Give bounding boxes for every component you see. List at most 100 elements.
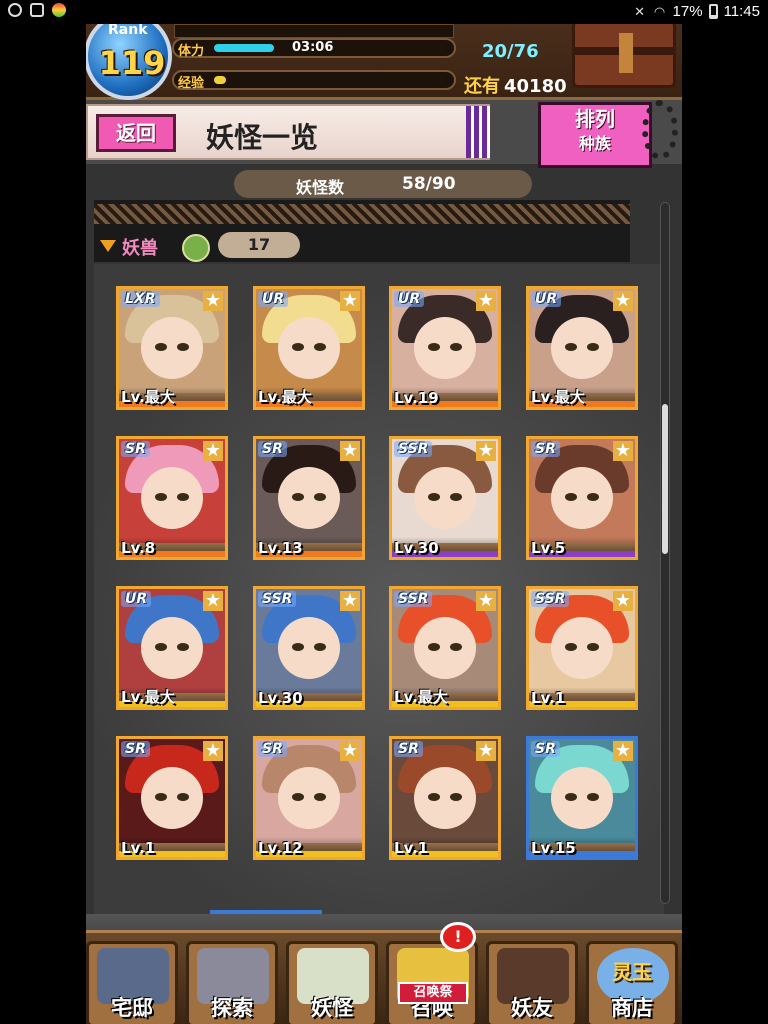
youkai-card[interactable]: UR ★ Lv.最大 xyxy=(526,286,638,410)
portrait-face xyxy=(551,317,613,379)
favorite-star-icon: ★ xyxy=(203,740,223,761)
rarity-badge: UR xyxy=(258,291,289,307)
sort-label: 排列 xyxy=(575,107,615,131)
level-label: Lv.13 xyxy=(258,539,303,557)
youkai-card[interactable]: SR ★ Lv.1 xyxy=(389,736,501,860)
portrait-eye xyxy=(177,343,189,351)
level-label: Lv.12 xyxy=(258,839,303,857)
app-icon xyxy=(52,3,66,17)
favorite-star-icon: ★ xyxy=(203,440,223,461)
portrait-face xyxy=(551,767,613,829)
portrait-face xyxy=(278,467,340,529)
portrait-eye xyxy=(450,343,462,351)
portrait-eye xyxy=(565,493,577,501)
portrait-eye xyxy=(177,793,189,801)
level-label: Lv.最大 xyxy=(258,388,312,406)
youkai-card[interactable]: SR ★ Lv.5 xyxy=(526,436,638,560)
youkai-card[interactable]: LXR ★ Lv.最大 xyxy=(116,286,228,410)
stamina-label: 体力 xyxy=(178,44,205,59)
nav-button[interactable]: 妖友 xyxy=(486,941,578,1024)
portrait-eye xyxy=(428,343,440,351)
favorite-star-icon: ★ xyxy=(203,290,223,311)
nav-button[interactable]: 宅邸 xyxy=(86,941,178,1024)
title-row: 返回 妖怪一览 排列 种族 xyxy=(86,100,682,168)
portrait-face xyxy=(141,467,203,529)
youkai-count-value: 58/90 xyxy=(402,174,456,194)
youkai-card[interactable]: SSR ★ Lv.最大 xyxy=(389,586,501,710)
youkai-card[interactable]: UR ★ Lv.19 xyxy=(389,286,501,410)
summon-festival-tag: 召唤祭 xyxy=(398,982,468,1004)
level-label: Lv.8 xyxy=(121,539,156,557)
portrait-face xyxy=(414,617,476,679)
portrait-eye xyxy=(155,493,167,501)
player-header: 体力 03:06 20/76 经验 还有 40180 Rank 119 xyxy=(86,24,682,100)
nav-button[interactable]: 探索 xyxy=(186,941,278,1024)
favorite-star-icon: ★ xyxy=(476,740,496,761)
nav-label: 商店 xyxy=(611,996,653,1020)
youkai-card[interactable]: UR ★ Lv.最大 xyxy=(253,286,365,410)
nav-label: 妖友 xyxy=(511,996,553,1020)
portrait-eye xyxy=(428,643,440,651)
level-label: Lv.最大 xyxy=(121,688,175,706)
rarity-badge: SR xyxy=(121,741,150,757)
youkai-count-label: 妖怪数 xyxy=(296,178,345,197)
nav-label: 妖怪 xyxy=(311,996,353,1020)
nav-button[interactable]: 妖怪 xyxy=(286,941,378,1024)
portrait-eye xyxy=(565,343,577,351)
youkai-card[interactable]: SSR ★ Lv.30 xyxy=(389,436,501,560)
rarity-badge: SR xyxy=(531,441,560,457)
rarity-badge: UR xyxy=(531,291,562,307)
favorite-star-icon: ★ xyxy=(340,590,360,611)
treasure-chest-icon[interactable] xyxy=(572,24,676,88)
mute-icon: ✕ xyxy=(634,3,645,19)
portrait-eye xyxy=(565,643,577,651)
back-button[interactable]: 返回 xyxy=(96,114,176,152)
portrait-face xyxy=(141,767,203,829)
portrait-eye xyxy=(428,493,440,501)
level-label: Lv.30 xyxy=(394,539,439,557)
nav-label: 探索 xyxy=(211,996,253,1020)
beast-emblem-icon xyxy=(182,234,210,262)
category-count: 17 xyxy=(218,232,300,258)
portrait-eye xyxy=(292,493,304,501)
portrait-eye xyxy=(177,493,189,501)
portrait-face xyxy=(414,767,476,829)
portrait-eye xyxy=(314,643,326,651)
portrait-eye xyxy=(428,793,440,801)
portrait-face xyxy=(141,617,203,679)
letterbox-right xyxy=(682,24,768,1024)
youkai-card[interactable]: SSR ★ Lv.1 xyxy=(526,586,638,710)
youkai-card[interactable]: UR ★ Lv.最大 xyxy=(116,586,228,710)
exp-label: 经验 xyxy=(178,76,205,91)
collapse-triangle-icon[interactable] xyxy=(100,240,116,252)
youkai-card[interactable]: SR ★ Lv.15 xyxy=(526,736,638,860)
nav-label: 宅邸 xyxy=(111,996,153,1020)
portrait-eye xyxy=(450,793,462,801)
game-view: 体力 03:06 20/76 经验 还有 40180 Rank 119 返回 妖怪… xyxy=(86,24,682,1024)
youkai-card[interactable]: SR ★ Lv.1 xyxy=(116,736,228,860)
rarity-badge: UR xyxy=(121,591,152,607)
portrait-eye xyxy=(155,643,167,651)
exp-remaining-label: 还有 xyxy=(464,76,500,97)
favorite-star-icon: ★ xyxy=(613,290,633,311)
rarity-badge: SR xyxy=(394,741,423,757)
level-label: Lv.最大 xyxy=(121,388,175,406)
youkai-card[interactable]: SR ★ Lv.12 xyxy=(253,736,365,860)
stamina-fill xyxy=(214,44,274,52)
clock: 11:45 xyxy=(723,3,760,20)
portrait-face xyxy=(278,317,340,379)
youkai-card[interactable]: SR ★ Lv.8 xyxy=(116,436,228,560)
category-header[interactable]: 妖兽 17 xyxy=(94,200,630,262)
portrait-eye xyxy=(587,793,599,801)
portrait-face xyxy=(551,467,613,529)
scrollbar-thumb[interactable] xyxy=(662,404,668,555)
scrollbar[interactable] xyxy=(660,202,670,904)
portrait-eye xyxy=(155,793,167,801)
favorite-star-icon: ★ xyxy=(340,440,360,461)
rarity-badge: LXR xyxy=(121,291,160,307)
youkai-card[interactable]: SR ★ Lv.13 xyxy=(253,436,365,560)
youkai-card[interactable]: SSR ★ Lv.30 xyxy=(253,586,365,710)
rarity-badge: SR xyxy=(258,741,287,757)
sort-button[interactable]: 排列 种族 xyxy=(538,102,652,168)
portrait-face xyxy=(414,317,476,379)
